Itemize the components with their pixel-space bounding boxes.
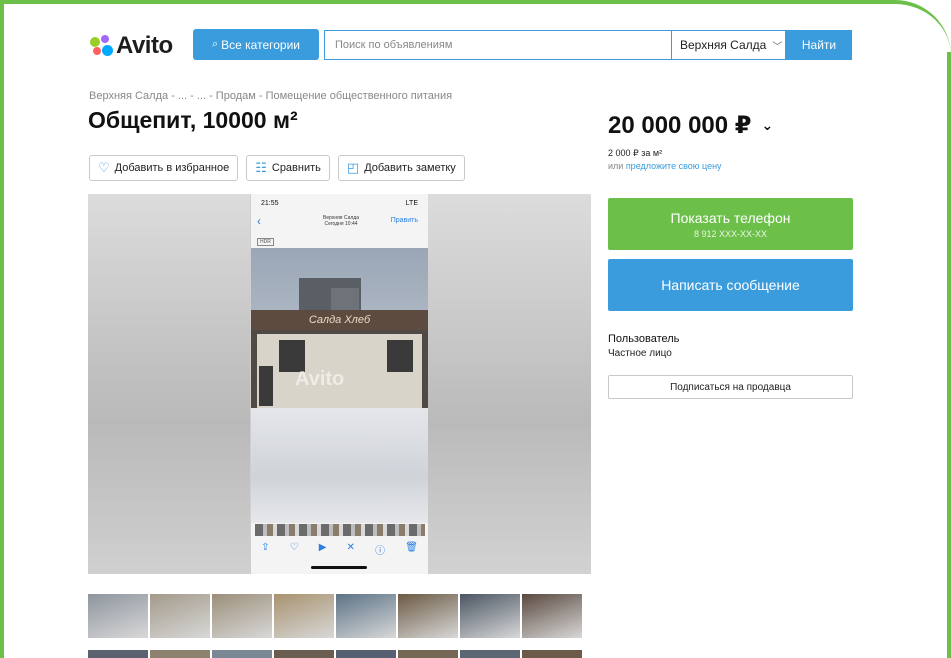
- seller-type: Частное лицо: [608, 348, 672, 359]
- photo-thumbnail[interactable]: [398, 594, 458, 638]
- photo-thumbnail[interactable]: [150, 650, 210, 658]
- price-per-m: 2 000 ₽ за м²: [608, 148, 663, 158]
- page-title: Общепит, 10000 м²: [88, 107, 298, 133]
- back-icon: ‹: [257, 214, 261, 228]
- phone-status-bar: 21:55 LTE: [251, 200, 428, 207]
- photo-thumbnail[interactable]: [88, 650, 148, 658]
- photo-thumbnail[interactable]: [522, 594, 582, 638]
- phone-thumb-strip: [255, 524, 425, 536]
- seller-name[interactable]: Пользователь: [608, 333, 679, 345]
- photo-thumbnail[interactable]: [522, 650, 582, 658]
- photo-thumbnail[interactable]: [150, 594, 210, 638]
- phone-edit-label: Править: [390, 217, 418, 224]
- photo-blur-right: [427, 194, 591, 574]
- search-icon: ⌕: [211, 38, 219, 50]
- find-label: Найти: [801, 38, 837, 52]
- subscribe-label: Подписаться на продавца: [670, 381, 791, 393]
- photo-thumbnail[interactable]: [460, 650, 520, 658]
- home-indicator: [311, 566, 367, 569]
- compare-button[interactable]: ☷ Сравнить: [246, 155, 330, 181]
- play-icon: ▶: [318, 542, 327, 553]
- mute-icon: ✕: [346, 542, 355, 553]
- phone-location: Верхняя Салда Сегодня 10:44: [311, 215, 371, 227]
- price[interactable]: 20 000 000 ₽ ⌄: [608, 111, 773, 140]
- note-label: Добавить заметку: [364, 162, 456, 174]
- masked-phone: 8 912 XXX-XX-XX: [693, 228, 768, 239]
- photo-blur-left: [88, 194, 250, 574]
- green-frame-right: [947, 52, 951, 658]
- add-note-button[interactable]: ◰ Добавить заметку: [337, 155, 465, 181]
- show-phone-label: Показать телефон: [670, 209, 791, 226]
- shop-sign: Салда Хлеб: [251, 310, 428, 330]
- heart-icon: ♡: [98, 160, 110, 175]
- photo-thumbnail[interactable]: [212, 594, 272, 638]
- compare-icon: ☷: [255, 160, 267, 175]
- offer-prefix: или: [608, 161, 626, 171]
- chevron-down-icon: ⌄: [761, 117, 774, 133]
- phone-toolbar: ⇪ ♡ ▶ ✕ ⓘ 🗑: [251, 542, 428, 557]
- snow-ground: [251, 408, 428, 523]
- region-label: Верхняя Салда: [680, 38, 767, 52]
- breadcrumb[interactable]: Верхняя Салда - ... - ... - Продам - Пом…: [89, 90, 452, 102]
- main-photo[interactable]: 21:55 LTE ‹ Верхняя Салда Сегодня 10:44 …: [88, 194, 591, 574]
- building-upper-2: [331, 288, 359, 312]
- photo-thumbnail[interactable]: [274, 594, 334, 638]
- hdr-badge: HDR: [257, 238, 274, 246]
- compare-label: Сравнить: [271, 162, 321, 174]
- write-message-button[interactable]: Написать сообщение: [608, 259, 853, 311]
- door: [259, 366, 273, 406]
- trash-icon: 🗑: [405, 542, 418, 553]
- offer-price-link[interactable]: предложите свою цену: [626, 161, 722, 171]
- region-select[interactable]: Верхняя Салда ﹀: [672, 30, 786, 60]
- thumbnail-strip-row2: [88, 650, 588, 658]
- photo-thumbnail[interactable]: [88, 594, 148, 638]
- price-value: 20 000 000 ₽: [608, 112, 752, 139]
- phone-nav: ‹ Верхняя Салда Сегодня 10:44 Править: [251, 214, 428, 228]
- building-photo: Салда Хлеб Avito: [251, 248, 428, 523]
- add-to-favorites-button[interactable]: ♡ Добавить в избранное: [89, 155, 239, 181]
- all-categories-button[interactable]: ⌕ Все категории: [193, 29, 319, 60]
- subscribe-seller-button[interactable]: Подписаться на продавца: [608, 375, 853, 399]
- share-icon: ⇪: [261, 542, 270, 553]
- window: [387, 340, 413, 372]
- avito-watermark: Avito: [295, 368, 345, 390]
- phone-signal: LTE: [405, 200, 418, 207]
- phone-location-line2: Сегодня 10:44: [324, 221, 358, 227]
- write-message-label: Написать сообщение: [661, 277, 800, 293]
- search-placeholder: Поиск по объявлениям: [335, 39, 453, 51]
- avito-logo[interactable]: Avito: [90, 32, 173, 60]
- photo-thumbnail[interactable]: [460, 594, 520, 638]
- photo-thumbnail[interactable]: [398, 650, 458, 658]
- logo-dots-icon: [90, 35, 114, 57]
- shop-sign-text: Салда Хлеб: [308, 314, 371, 326]
- logo-text: Avito: [116, 32, 173, 59]
- heart-icon: ♡: [289, 542, 299, 553]
- photo-thumbnail[interactable]: [336, 594, 396, 638]
- listing-actions: ♡ Добавить в избранное ☷ Сравнить ◰ Доба…: [89, 155, 465, 181]
- offer-price: или предложите свою цену: [608, 161, 722, 171]
- show-phone-button[interactable]: Показать телефон 8 912 XXX-XX-XX: [608, 198, 853, 250]
- find-button[interactable]: Найти: [786, 30, 852, 60]
- info-icon: ⓘ: [375, 546, 386, 557]
- note-icon: ◰: [346, 160, 360, 175]
- photo-thumbnail[interactable]: [274, 650, 334, 658]
- search-input[interactable]: Поиск по объявлениям: [324, 30, 672, 60]
- thumbnail-strip: [88, 594, 588, 638]
- photo-thumbnail[interactable]: [336, 650, 396, 658]
- phone-screenshot-photo: 21:55 LTE ‹ Верхняя Салда Сегодня 10:44 …: [251, 194, 428, 574]
- photo-thumbnail[interactable]: [212, 650, 272, 658]
- phone-time: 21:55: [261, 200, 279, 207]
- all-categories-label: Все категории: [221, 37, 300, 52]
- favorite-label: Добавить в избранное: [114, 162, 230, 174]
- chevron-down-icon: ﹀: [772, 41, 783, 53]
